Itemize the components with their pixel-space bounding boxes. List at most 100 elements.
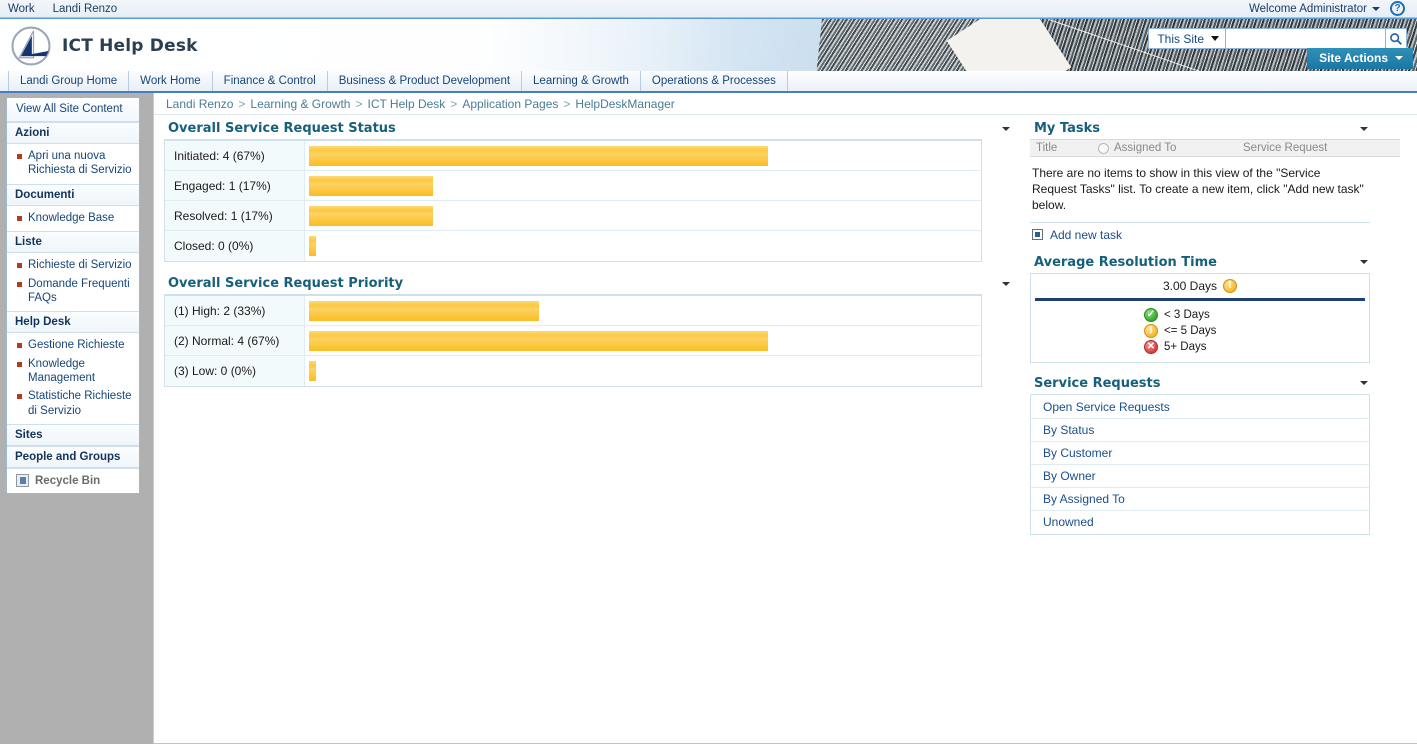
tab-finance-control[interactable]: Finance & Control bbox=[211, 71, 328, 91]
webpart-menu-button[interactable] bbox=[1358, 123, 1370, 135]
search-scope-label: This Site bbox=[1157, 31, 1204, 46]
page-title: Service Requests bbox=[1034, 375, 1161, 391]
site-actions-button[interactable]: Site Actions bbox=[1307, 48, 1413, 69]
webpart-menu-button[interactable] bbox=[1000, 278, 1012, 290]
list-item-by-status[interactable]: By Status bbox=[1031, 419, 1369, 442]
green-check-icon: ✓ bbox=[1144, 307, 1158, 322]
chevron-down-icon bbox=[1002, 281, 1010, 286]
page-frame: View All Site Content Azioni Apri una nu… bbox=[0, 93, 1417, 744]
sidebar-item-domande-frequenti-faqs[interactable]: Domande Frequenti FAQs bbox=[7, 275, 139, 308]
webpart-menu-button[interactable] bbox=[1358, 256, 1370, 268]
welcome-user-menu[interactable]: Welcome Administrator bbox=[1249, 3, 1380, 15]
sidebar-item-richieste-di-servizio[interactable]: Richieste di Servizio bbox=[7, 256, 139, 274]
tab-operations-processes[interactable]: Operations & Processes bbox=[639, 71, 788, 91]
sidebar-item-gestione-richieste[interactable]: Gestione Richieste bbox=[7, 336, 139, 354]
page-title: My Tasks bbox=[1034, 121, 1101, 136]
sidebar-item-recycle-bin[interactable]: Recycle Bin bbox=[7, 468, 139, 493]
search-icon bbox=[1390, 32, 1402, 45]
legend-label: < 3 Days bbox=[1164, 308, 1210, 321]
bullet-icon bbox=[17, 394, 22, 400]
quick-launch-heading-documenti: Documenti bbox=[7, 183, 139, 206]
sidebar-item-label: Domande Frequenti FAQs bbox=[28, 277, 130, 304]
view-all-site-content-link[interactable]: View All Site Content bbox=[7, 98, 139, 122]
webpart-overall-service-request-priority: Overall Service Request Priority (1) Hig… bbox=[164, 276, 1020, 387]
list-item-open-service-requests[interactable]: Open Service Requests bbox=[1031, 396, 1369, 419]
sidebar-item-knowledge-management[interactable]: Knowledge Management bbox=[7, 355, 139, 388]
chart-bar bbox=[309, 330, 768, 351]
breadcrumb-item-landi-renzo[interactable]: Landi Renzo bbox=[166, 97, 233, 111]
webpart-menu-button[interactable] bbox=[1358, 377, 1370, 389]
chart-track bbox=[305, 171, 981, 200]
chart-bar bbox=[309, 236, 316, 256]
chart-track bbox=[305, 201, 981, 230]
chart-track bbox=[305, 141, 981, 170]
landi-renzo-logo[interactable] bbox=[10, 25, 52, 67]
chart-row: (1) High: 2 (33%) bbox=[165, 296, 981, 326]
chart-label: (2) Normal: 4 (67%) bbox=[165, 326, 305, 355]
chart-bar bbox=[309, 175, 433, 196]
priority-chart: (1) High: 2 (33%) (2) Normal: 4 (67%) (3… bbox=[164, 294, 982, 387]
sidebar-item-label: Gestione Richieste bbox=[28, 339, 125, 352]
breadcrumb: Landi Renzo > Learning & Growth > ICT He… bbox=[154, 93, 1417, 115]
search-input[interactable] bbox=[1225, 28, 1385, 49]
help-icon[interactable]: ? bbox=[1390, 1, 1405, 16]
quick-launch-heading-people-and-groups[interactable]: People and Groups bbox=[7, 446, 139, 469]
chart-label: Engaged: 1 (17%) bbox=[165, 171, 305, 200]
legend-label: 5+ Days bbox=[1164, 340, 1207, 353]
list-item-by-customer[interactable]: By Customer bbox=[1031, 442, 1369, 465]
chart-row: (2) Normal: 4 (67%) bbox=[165, 326, 981, 356]
sidebar-item-statistiche-richieste[interactable]: Statistiche Richieste di Servizio bbox=[7, 387, 139, 420]
webpart-header: My Tasks bbox=[1030, 121, 1378, 139]
add-new-task-label: Add new task bbox=[1050, 227, 1123, 242]
quick-launch-heading-azioni: Azioni bbox=[7, 122, 139, 144]
chevron-down-icon bbox=[1360, 260, 1368, 265]
chart-row: Engaged: 1 (17%) bbox=[165, 171, 981, 201]
chart-track bbox=[305, 356, 981, 386]
tab-learning-growth[interactable]: Learning & Growth bbox=[521, 71, 641, 91]
tab-landi-group-home[interactable]: Landi Group Home bbox=[8, 71, 130, 91]
list-item-by-owner[interactable]: By Owner bbox=[1031, 465, 1369, 488]
breadcrumb-item-application-pages[interactable]: Application Pages bbox=[462, 97, 558, 111]
search-scope-dropdown[interactable]: This Site bbox=[1148, 28, 1225, 49]
tab-business-product-development[interactable]: Business & Product Development bbox=[326, 71, 523, 91]
column-header-assigned-to[interactable]: Assigned To bbox=[1098, 142, 1243, 154]
quick-launch-nav: View All Site Content Azioni Apri una nu… bbox=[6, 97, 140, 495]
page-title: Overall Service Request Priority bbox=[168, 276, 404, 291]
breadcrumb-item-ict-help-desk[interactable]: ICT Help Desk bbox=[367, 97, 445, 111]
breadcrumb-separator: > bbox=[355, 96, 363, 111]
recycle-bin-icon bbox=[16, 474, 29, 488]
column-header-service-request[interactable]: Service Request bbox=[1243, 142, 1327, 154]
status-chart: Initiated: 4 (67%) Engaged: 1 (17%) Reso… bbox=[164, 139, 982, 262]
add-new-task-button[interactable]: Add new task bbox=[1030, 223, 1400, 242]
bullet-icon bbox=[17, 263, 22, 269]
service-requests-list: Open Service Requests By Status By Custo… bbox=[1030, 393, 1370, 535]
chart-label: Resolved: 1 (17%) bbox=[165, 201, 305, 230]
breadcrumb-item-learning-growth[interactable]: Learning & Growth bbox=[250, 97, 350, 111]
top-navigation-tabs: Landi Group Home Work Home Finance & Con… bbox=[0, 71, 1417, 93]
global-link-landi-renzo[interactable]: Landi Renzo bbox=[53, 3, 118, 15]
chevron-down-icon bbox=[1395, 56, 1403, 60]
webpart-menu-button[interactable] bbox=[1000, 123, 1012, 135]
breadcrumb-item-helpdeskmanager: HelpDeskManager bbox=[575, 96, 675, 111]
content-columns: Overall Service Request Status Initiated… bbox=[154, 115, 1417, 548]
list-item-by-assigned-to[interactable]: By Assigned To bbox=[1031, 488, 1369, 511]
average-resolution-value: 3.00 Days ! bbox=[1031, 274, 1369, 298]
chart-row: Initiated: 4 (67%) bbox=[165, 141, 981, 171]
chart-track bbox=[305, 296, 981, 325]
quick-launch-heading-help-desk: Help Desk bbox=[7, 311, 139, 334]
bullet-icon bbox=[17, 154, 22, 159]
sidebar-item-apri-nuova-richiesta[interactable]: Apri una nuova Richiesta di Servizio bbox=[7, 147, 139, 180]
webpart-header: Overall Service Request Status bbox=[164, 121, 1020, 139]
tab-work-home[interactable]: Work Home bbox=[128, 71, 213, 91]
quick-launch-heading-sites[interactable]: Sites bbox=[7, 424, 139, 447]
breadcrumb-separator: > bbox=[563, 96, 571, 111]
sidebar-item-knowledge-base[interactable]: Knowledge Base bbox=[7, 209, 139, 227]
column-header-title[interactable]: Title bbox=[1036, 142, 1098, 154]
chart-label: Initiated: 4 (67%) bbox=[165, 141, 305, 170]
chart-track bbox=[305, 326, 981, 355]
search-button[interactable] bbox=[1385, 28, 1407, 49]
webpart-service-requests: Service Requests Open Service Requests B… bbox=[1030, 376, 1400, 535]
global-link-work[interactable]: Work bbox=[8, 3, 35, 15]
list-item-unowned[interactable]: Unowned bbox=[1031, 511, 1369, 533]
breadcrumb-separator: > bbox=[238, 96, 246, 111]
